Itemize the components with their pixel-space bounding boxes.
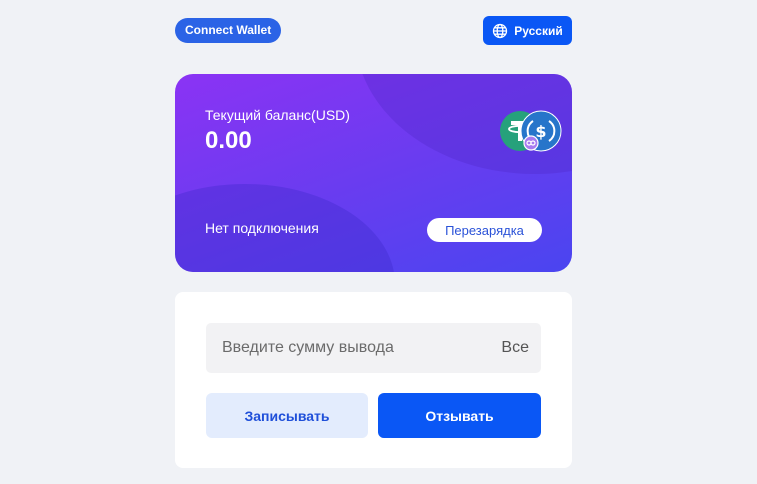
withdraw-amount-input[interactable] xyxy=(206,323,486,373)
withdraw-button[interactable]: Отзывать xyxy=(378,393,541,438)
link-badge-icon xyxy=(523,135,539,151)
records-button[interactable]: Записывать xyxy=(206,393,368,438)
recharge-button[interactable]: Перезарядка xyxy=(427,218,542,242)
svg-text:$: $ xyxy=(535,122,546,141)
balance-card: Текущий баланс(USD) 0.00 $ Нет подключен… xyxy=(175,74,572,272)
balance-label: Текущий баланс(USD) xyxy=(205,107,350,123)
globe-icon xyxy=(493,23,508,38)
all-amount-button[interactable]: Все xyxy=(501,323,529,373)
connect-wallet-button[interactable]: Connect Wallet xyxy=(175,18,282,43)
language-button[interactable]: Русский xyxy=(483,16,572,45)
amount-field: Все xyxy=(206,323,541,373)
connection-status: Нет подключения xyxy=(205,220,319,236)
coin-icons: $ xyxy=(500,110,562,152)
balance-value: 0.00 xyxy=(205,127,252,154)
top-bar: Connect Wallet Русский xyxy=(175,16,572,46)
withdraw-card: Все Записывать Отзывать xyxy=(175,292,572,468)
language-label: Русский xyxy=(514,23,563,38)
